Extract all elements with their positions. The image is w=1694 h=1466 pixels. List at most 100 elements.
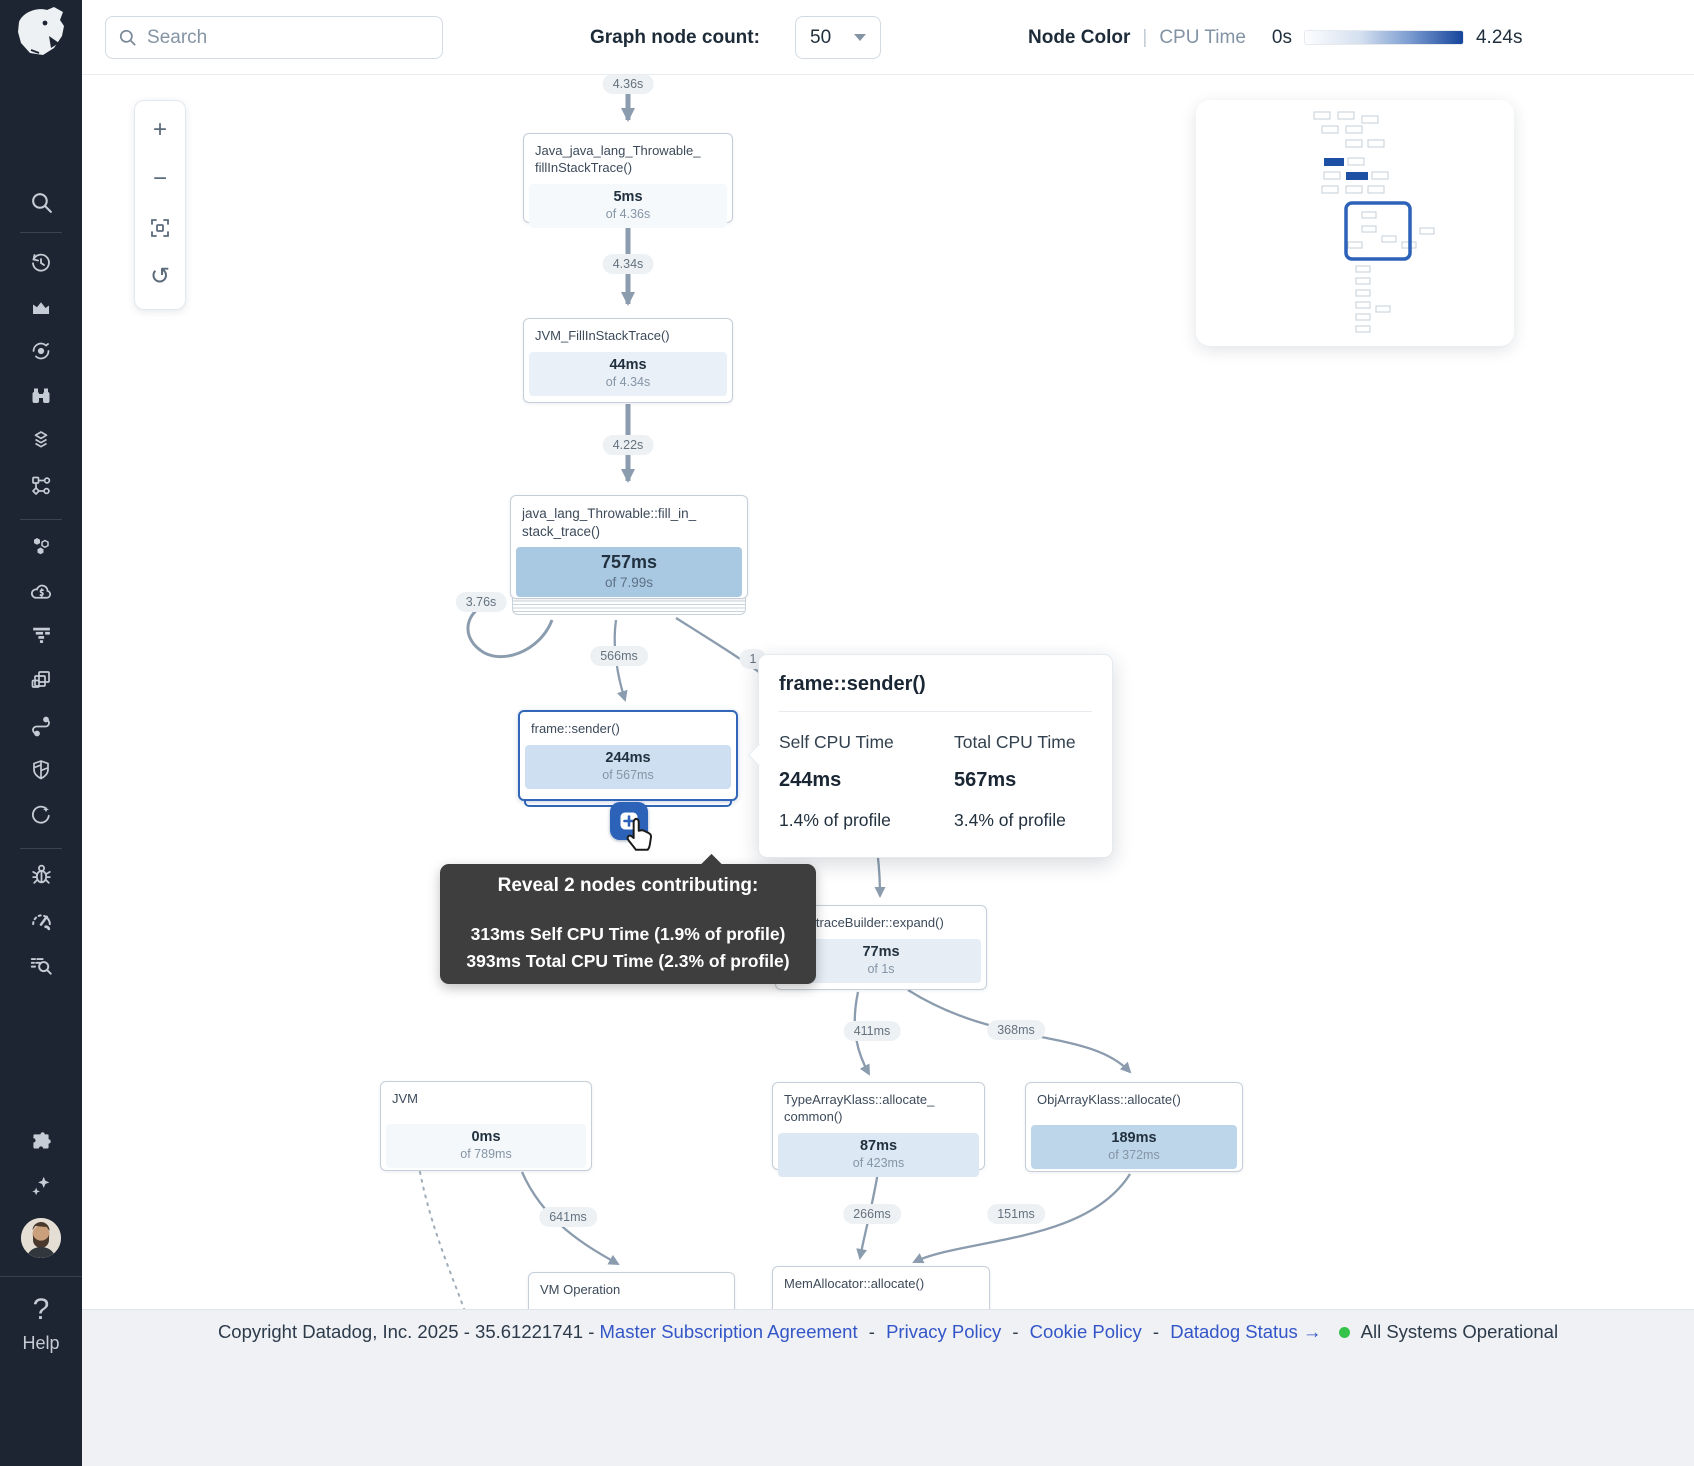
total-cpu-percent: 3.4% of profile	[954, 810, 1092, 831]
sidebar-item-metrics[interactable]	[0, 295, 82, 319]
node-color-metric[interactable]: CPU Time	[1159, 27, 1246, 49]
edge-label: 4.36s	[603, 74, 654, 94]
datadog-status-link[interactable]: Datadog Status →	[1170, 1321, 1321, 1342]
graph-node-count-select[interactable]: 50	[795, 16, 881, 59]
node-self-time: 0ms	[386, 1129, 586, 1145]
datadog-logo[interactable]	[11, 6, 71, 64]
node-title: MemAllocator::allocate()	[773, 1267, 989, 1297]
graph-node-jvm-fillinstacktrace[interactable]: JVM_FillInStackTrace() 44ms of 4.34s	[523, 318, 733, 403]
footer: Copyright Datadog, Inc. 2025 - 35.612217…	[82, 1309, 1694, 1466]
sidebar-divider	[20, 848, 62, 849]
graph-node-fillinstacktrace-jni[interactable]: Java_java_lang_Throwable_ fillInStackTra…	[523, 133, 733, 223]
node-total-time: of 372ms	[1031, 1148, 1237, 1162]
node-self-time: 87ms	[778, 1138, 979, 1154]
sidebar-item-watchdog[interactable]	[0, 339, 82, 363]
search-icon	[29, 190, 54, 215]
node-total-time: of 4.36s	[529, 207, 727, 221]
minimap-graph	[1196, 100, 1514, 346]
sidebar-divider	[20, 232, 62, 233]
graph-node-typearrayklass-allocate[interactable]: TypeArrayKlass::allocate_ common() 87ms …	[772, 1082, 985, 1170]
zoom-in-button[interactable]: +	[138, 105, 182, 154]
sidebar-item-rum[interactable]	[0, 668, 82, 692]
privacy-policy-link[interactable]: Privacy Policy	[886, 1321, 1001, 1342]
binoculars-icon	[29, 384, 53, 408]
search-icon	[118, 27, 137, 48]
minimap-viewport[interactable]	[1346, 203, 1410, 259]
bug-icon	[29, 862, 54, 887]
cpu-time-color-scale	[1304, 30, 1464, 45]
node-title: Java_java_lang_Throwable_ fillInStackTra…	[524, 134, 732, 181]
sidebar-item-synthetics[interactable]	[0, 714, 82, 738]
sidebar-item-log-management[interactable]	[0, 952, 82, 978]
sidebar-item-service-catalog[interactable]	[0, 384, 82, 408]
separator: -	[1153, 1321, 1159, 1342]
scale-min-label: 0s	[1272, 27, 1292, 49]
node-self-time: 189ms	[1031, 1130, 1237, 1146]
graph-node-frame-sender[interactable]: frame::sender() 244ms of 567ms	[518, 710, 738, 801]
edge-label: 4.34s	[603, 254, 654, 274]
separator: -	[1012, 1321, 1018, 1342]
sidebar-item-search[interactable]	[0, 190, 82, 215]
profiling-call-graph-app: 4.36s 4.34s 4.22s 3.76s 566ms 1 411ms 36…	[0, 0, 1694, 1466]
flame-graph-icon	[29, 622, 54, 647]
cookie-policy-link[interactable]: Cookie Policy	[1030, 1321, 1142, 1342]
sidebar-item-integrations-store[interactable]	[0, 1129, 82, 1155]
node-self-time: 44ms	[529, 357, 727, 373]
node-title: VM Operation	[529, 1273, 734, 1303]
sidebar-item-error-tracking[interactable]	[0, 862, 82, 887]
sidebar-item-workflows[interactable]	[0, 474, 82, 498]
reveal-tooltip-title: Reveal 2 nodes contributing:	[440, 875, 816, 897]
edge-label: 411ms	[844, 1021, 901, 1041]
reveal-tooltip-total: 393ms Total CPU Time (2.3% of profile)	[440, 948, 816, 975]
edge-label: 566ms	[590, 646, 648, 666]
sidebar-item-bits-ai[interactable]	[0, 1173, 82, 1199]
help-section[interactable]: ? Help	[0, 1276, 82, 1466]
search-box[interactable]	[105, 16, 443, 59]
chevron-down-icon	[854, 34, 866, 41]
node-color-label: Node Color	[1028, 27, 1130, 49]
total-cpu-value: 567ms	[954, 769, 1092, 792]
graph-node-fill-in-stack-trace[interactable]: java_lang_Throwable::fill_in_ stack_trac…	[510, 495, 748, 599]
node-total-time: of 789ms	[386, 1147, 586, 1161]
hand-cursor	[622, 816, 656, 854]
user-avatar[interactable]	[21, 1218, 61, 1258]
sidebar-item-security[interactable]	[0, 758, 82, 782]
node-total-time: of 4.34s	[529, 375, 727, 389]
edge-label: 641ms	[539, 1207, 597, 1227]
sparkles-icon	[28, 1173, 54, 1199]
node-title: JVM_FillInStackTrace()	[524, 319, 732, 349]
avatar-photo	[21, 1218, 61, 1258]
sidebar-item-recent[interactable]	[0, 250, 82, 274]
gauge-icon	[29, 908, 54, 933]
reset-view-button[interactable]: ↺	[138, 252, 182, 301]
sidebar-item-cloud-cost[interactable]	[0, 580, 82, 605]
sidebar-item-integrations[interactable]	[0, 429, 82, 453]
zoom-out-button[interactable]: −	[138, 154, 182, 203]
divider: |	[1142, 27, 1147, 49]
watchdog-icon	[29, 339, 53, 363]
sidebar-item-apm-profiling[interactable]	[0, 622, 82, 647]
rum-windows-icon	[29, 668, 53, 692]
node-self-time: 5ms	[529, 189, 727, 205]
node-title: TypeArrayKlass::allocate_ common()	[773, 1083, 984, 1130]
zoom-controls: + − ↺	[134, 100, 186, 310]
master-subscription-agreement-link[interactable]: Master Subscription Agreement	[600, 1321, 858, 1342]
scale-max-label: 4.24s	[1476, 27, 1522, 49]
graph-node-jvm[interactable]: JVM 0ms of 789ms	[380, 1081, 592, 1171]
graph-node-objarrayklass-allocate[interactable]: ObjArrayKlass::allocate() 189ms of 372ms	[1025, 1082, 1243, 1172]
minimap[interactable]	[1196, 100, 1514, 346]
sidebar-divider	[20, 519, 62, 520]
sidebar-item-infrastructure[interactable]	[0, 534, 82, 558]
status-text: All Systems Operational	[1361, 1321, 1558, 1342]
fit-to-screen-button[interactable]	[138, 203, 182, 252]
search-input[interactable]	[147, 27, 430, 49]
circle-sparkle-icon	[29, 803, 53, 827]
sidebar-item-quality-gates[interactable]	[0, 908, 82, 933]
status-green-dot	[1339, 1327, 1350, 1338]
reveal-tooltip-self: 313ms Self CPU Time (1.9% of profile)	[440, 921, 816, 948]
edge-label: 368ms	[987, 1020, 1045, 1040]
total-cpu-label: Total CPU Time	[954, 732, 1092, 753]
node-total-time: of 423ms	[778, 1156, 979, 1170]
sidebar-item-software-delivery[interactable]	[0, 803, 82, 827]
self-cpu-label: Self CPU Time	[779, 732, 944, 753]
